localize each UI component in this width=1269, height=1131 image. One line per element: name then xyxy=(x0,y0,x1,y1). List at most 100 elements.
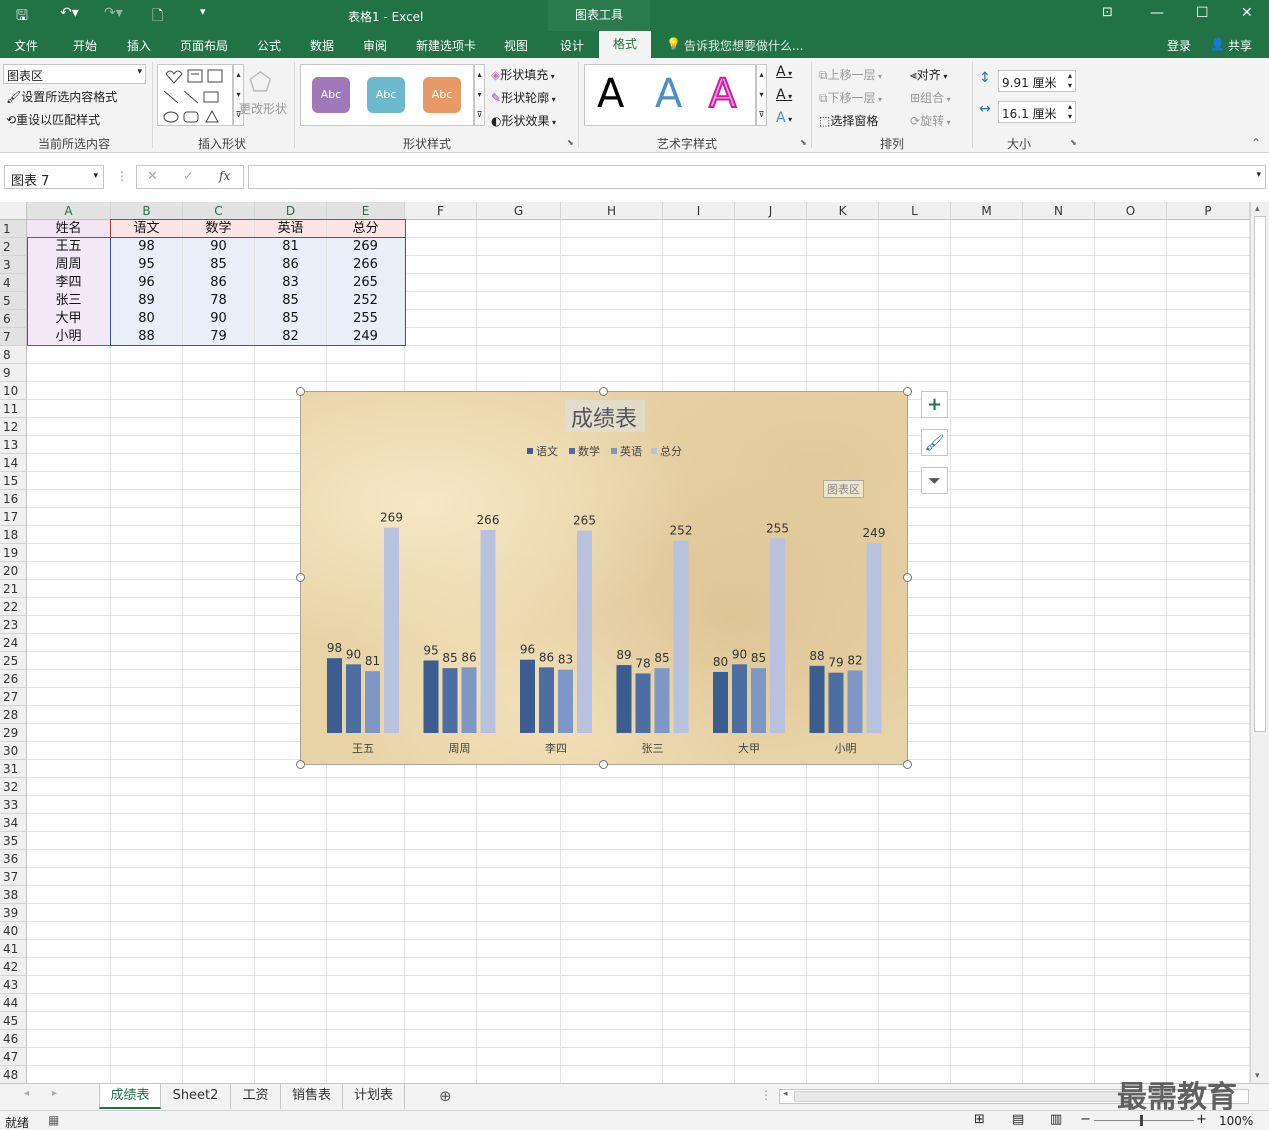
tab-home[interactable]: 开始 xyxy=(73,37,97,54)
table-cell[interactable]: 255 xyxy=(327,310,404,328)
table-cell[interactable]: 80 xyxy=(111,310,182,328)
row-header-36[interactable]: 36 xyxy=(0,850,27,868)
tab-new[interactable]: 新建选项卡 xyxy=(416,37,476,54)
table-cell[interactable]: 张三 xyxy=(27,292,110,310)
row-header-20[interactable]: 20 xyxy=(0,562,27,580)
dialog-launcher-icon[interactable]: ⬊ xyxy=(567,138,574,147)
tab-review[interactable]: 审阅 xyxy=(363,37,387,54)
tab-page-layout[interactable]: 页面布局 xyxy=(180,37,228,54)
wordart-style-1[interactable]: A xyxy=(597,71,624,117)
shapes-gallery[interactable] xyxy=(157,64,233,126)
spinner-icon[interactable]: ▴ ▾ xyxy=(1068,71,1072,91)
sheet-tab[interactable]: 工资 xyxy=(231,1084,281,1109)
zoom-slider-thumb[interactable] xyxy=(1140,1115,1143,1126)
row-header-10[interactable]: 10 xyxy=(0,382,27,400)
collapse-ribbon-icon[interactable]: ⌃ xyxy=(1251,136,1261,150)
row-header-29[interactable]: 29 xyxy=(0,724,27,742)
selection-pane-button[interactable]: ⬚选择窗格 xyxy=(819,112,878,129)
row-header-45[interactable]: 45 xyxy=(0,1012,27,1030)
table-cell[interactable]: 90 xyxy=(183,310,254,328)
undo-icon[interactable]: ↶▾ xyxy=(60,5,79,21)
table-header-cell[interactable]: 英语 xyxy=(255,220,326,238)
row-header-17[interactable]: 17 xyxy=(0,508,27,526)
row-header-27[interactable]: 27 xyxy=(0,688,27,706)
scroll-left-icon[interactable]: ◂ xyxy=(783,1089,788,1099)
add-sheet-icon[interactable]: ⊕ xyxy=(439,1087,452,1105)
table-cell[interactable]: 265 xyxy=(327,274,404,292)
signin-link[interactable]: 登录 xyxy=(1167,37,1191,54)
row-header-38[interactable]: 38 xyxy=(0,886,27,904)
column-header-P[interactable]: P xyxy=(1167,202,1250,220)
select-all-corner[interactable] xyxy=(0,202,27,220)
scroll-thumb[interactable] xyxy=(1254,216,1266,732)
row-header-42[interactable]: 42 xyxy=(0,958,27,976)
minimize-icon[interactable]: — xyxy=(1150,5,1164,21)
row-header-14[interactable]: 14 xyxy=(0,454,27,472)
dialog-launcher-icon[interactable]: ⬊ xyxy=(1070,138,1077,147)
column-header-G[interactable]: G xyxy=(477,202,561,220)
column-header-C[interactable]: C xyxy=(183,202,255,220)
table-cell[interactable]: 王五 xyxy=(27,238,110,256)
tab-format[interactable]: 格式 xyxy=(599,31,651,58)
zoom-out-icon[interactable]: − xyxy=(1080,1112,1091,1127)
wordart-gallery[interactable]: A A A xyxy=(584,64,756,126)
column-header-D[interactable]: D xyxy=(255,202,327,220)
share-button[interactable]: 共享 xyxy=(1228,37,1252,54)
text-outline-button[interactable]: A ▾ xyxy=(776,87,792,103)
table-header-cell[interactable]: 数学 xyxy=(183,220,254,238)
shape-effects-button[interactable]: ◐形状效果 ▾ xyxy=(491,112,556,129)
wordart-style-2[interactable]: A xyxy=(655,71,682,117)
column-header-N[interactable]: N xyxy=(1023,202,1095,220)
table-cell[interactable]: 86 xyxy=(183,274,254,292)
new-file-icon[interactable]: 🗋 xyxy=(152,5,163,29)
scroll-up-icon[interactable]: ▴ xyxy=(1255,204,1260,214)
page-layout-view-icon[interactable]: ▤ xyxy=(1012,1112,1024,1127)
table-cell[interactable]: 大甲 xyxy=(27,310,110,328)
row-header-30[interactable]: 30 xyxy=(0,742,27,760)
shape-style-swatch-1[interactable]: Abc xyxy=(312,77,350,113)
insert-function-icon[interactable]: fx xyxy=(219,169,230,183)
table-cell[interactable]: 269 xyxy=(327,238,404,256)
row-header-48[interactable]: 48 xyxy=(0,1066,27,1083)
close-icon[interactable]: ✕ xyxy=(1241,5,1253,21)
shape-style-swatch-2[interactable]: Abc xyxy=(367,77,405,113)
resize-handle[interactable] xyxy=(903,760,912,769)
text-effects-button[interactable]: A ▾ xyxy=(776,110,792,126)
chart-elements-plus-icon[interactable]: + xyxy=(921,391,948,418)
maximize-icon[interactable]: ☐ xyxy=(1196,5,1209,21)
wordart-style-3[interactable]: A xyxy=(708,70,737,118)
row-header-43[interactable]: 43 xyxy=(0,976,27,994)
chart-filter-icon[interactable]: ⏷ xyxy=(921,467,948,494)
table-cell[interactable]: 88 xyxy=(111,328,182,346)
table-cell[interactable]: 89 xyxy=(111,292,182,310)
tab-insert[interactable]: 插入 xyxy=(127,37,151,54)
save-icon[interactable]: 🖫 xyxy=(16,5,28,29)
reset-style-button[interactable]: ⟲重设以匹配样式 xyxy=(6,111,100,128)
sheet-tab[interactable]: 销售表 xyxy=(281,1084,343,1109)
row-header-18[interactable]: 18 xyxy=(0,526,27,544)
scroll-down-icon[interactable]: ▾ xyxy=(1255,1071,1260,1081)
row-header-39[interactable]: 39 xyxy=(0,904,27,922)
row-header-24[interactable]: 24 xyxy=(0,634,27,652)
row-header-47[interactable]: 47 xyxy=(0,1048,27,1066)
scroll-tabs-right-icon[interactable]: ▸ xyxy=(52,1088,57,1099)
table-cell[interactable]: 83 xyxy=(255,274,326,292)
table-cell[interactable]: 81 xyxy=(255,238,326,256)
dialog-launcher-icon[interactable]: ⬊ xyxy=(800,138,807,147)
table-header-cell[interactable]: 语文 xyxy=(111,220,182,238)
table-cell[interactable]: 85 xyxy=(255,310,326,328)
table-cell[interactable]: 90 xyxy=(183,238,254,256)
table-cell[interactable]: 李四 xyxy=(27,274,110,292)
column-header-M[interactable]: M xyxy=(951,202,1023,220)
row-header-6[interactable]: 6 xyxy=(0,310,27,328)
cancel-icon[interactable]: ✕ xyxy=(147,169,158,184)
table-header-cell[interactable]: 总分 xyxy=(327,220,404,238)
column-header-K[interactable]: K xyxy=(807,202,879,220)
shape-outline-button[interactable]: ✎形状轮廓 ▾ xyxy=(491,89,556,106)
row-header-37[interactable]: 37 xyxy=(0,868,27,886)
row-header-35[interactable]: 35 xyxy=(0,832,27,850)
name-box[interactable]: 图表 7 ▾ xyxy=(4,165,104,189)
table-cell[interactable]: 85 xyxy=(183,256,254,274)
column-header-A[interactable]: A xyxy=(27,202,111,220)
column-header-J[interactable]: J xyxy=(735,202,807,220)
